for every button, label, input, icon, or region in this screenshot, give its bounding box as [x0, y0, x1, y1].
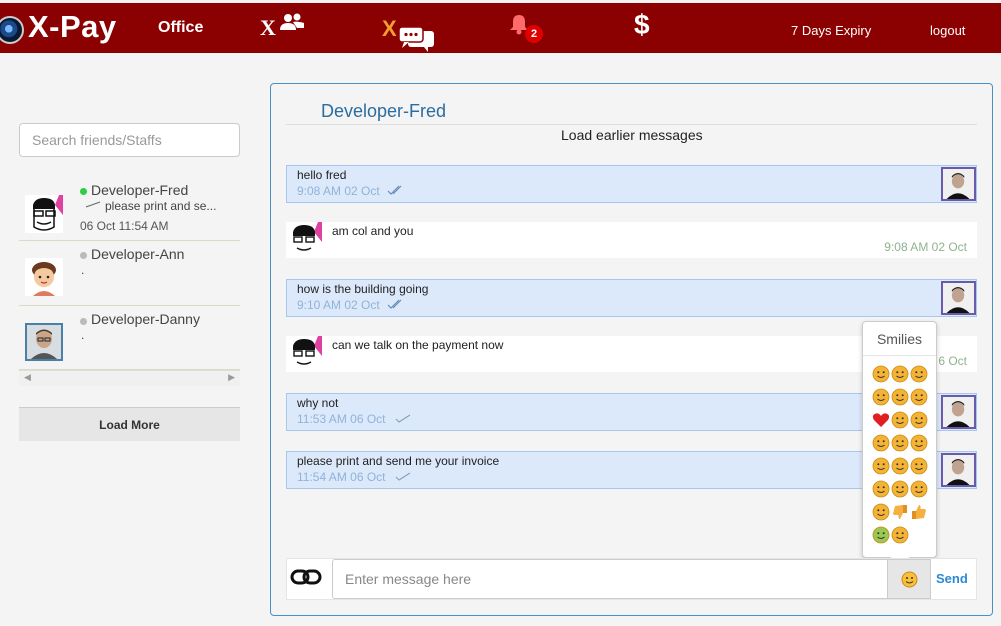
scroll-right-icon[interactable]: ▶ [228, 372, 235, 383]
chat-icon[interactable] [398, 27, 436, 53]
message-text: how is the building going [297, 282, 429, 296]
dizzy-icon[interactable] [891, 388, 909, 406]
offline-status-dot [80, 318, 87, 325]
my-avatar [941, 453, 976, 487]
message-time: 9:08 AM 02 Oct [297, 184, 380, 198]
friend-item-ann[interactable]: Developer-Ann . [19, 241, 240, 306]
smilies-popup: Smilies [862, 321, 937, 568]
happy-icon[interactable] [891, 526, 909, 544]
logo-eye-icon [0, 16, 24, 44]
friend-last-message: . [81, 328, 85, 342]
load-earlier-link[interactable]: Load earlier messages [561, 127, 703, 143]
my-avatar [941, 281, 976, 315]
message-input[interactable] [332, 559, 888, 599]
message-text: can we talk on the payment now [332, 338, 504, 352]
wink-icon[interactable] [872, 480, 890, 498]
laugh-icon[interactable] [872, 434, 890, 452]
friend-item-danny[interactable]: Developer-Danny . [19, 306, 240, 370]
notification-badge: 2 [525, 25, 543, 43]
message-text: please print and send me your invoice [297, 454, 500, 468]
friend-item-fred[interactable]: Developer-Fred please print and se... 06… [19, 180, 240, 241]
tongue-icon[interactable] [891, 457, 909, 475]
double-check-icon [387, 299, 402, 309]
friend-last-time: 06 Oct 11:54 AM [80, 219, 169, 233]
smile-icon[interactable] [872, 365, 890, 383]
nav-x-label[interactable]: X [260, 15, 276, 41]
avatar [25, 323, 63, 361]
frown-icon[interactable] [910, 457, 928, 475]
smilies-grid [872, 365, 932, 549]
smilies-title: Smilies [863, 322, 936, 356]
heart-eyes-icon[interactable] [910, 411, 928, 429]
nav-chat-x-label[interactable]: X [382, 16, 397, 42]
avatar [25, 258, 63, 296]
single-check-icon [395, 472, 411, 481]
message-time: 11:54 AM 06 Oct [297, 470, 386, 484]
plain-icon[interactable] [910, 434, 928, 452]
scroll-left-icon[interactable]: ◀ [24, 372, 31, 383]
friend-name: Developer-Ann [91, 246, 185, 262]
message-text: hello fred [297, 168, 347, 182]
search-friends-input[interactable] [19, 123, 240, 157]
message-time: 9:08 AM 02 Oct [884, 240, 967, 254]
sweat-icon[interactable] [872, 388, 890, 406]
thumbs-down-icon[interactable] [891, 503, 909, 521]
logout-link[interactable]: logout [930, 23, 965, 38]
online-status-dot [80, 188, 87, 195]
link-icon[interactable] [290, 567, 322, 587]
divider [286, 124, 977, 125]
neutral-icon[interactable] [891, 365, 909, 383]
expiry-label[interactable]: 7 Days Expiry [791, 23, 871, 38]
friend-last-message: please print and se... [105, 199, 217, 213]
nerd-icon[interactable] [872, 457, 890, 475]
message-time: 9:10 AM 02 Oct [297, 298, 380, 312]
check-icon [85, 201, 101, 208]
friend-name: Developer-Fred [91, 182, 189, 198]
thumbs-up-icon[interactable] [910, 503, 928, 521]
heart-icon[interactable] [872, 411, 890, 429]
friends-scrollbar[interactable]: ◀ ▶ [19, 370, 240, 386]
emoji-button[interactable] [887, 559, 931, 599]
blush-icon[interactable] [891, 434, 909, 452]
message-text: am col and you [332, 224, 414, 238]
sunglasses-icon[interactable] [910, 365, 928, 383]
message-incoming: am col and you 9:08 AM 02 Oct [286, 222, 977, 258]
nav-office-link[interactable]: Office [158, 19, 203, 37]
message-text: why not [297, 396, 339, 410]
chat-title: Developer-Fred [321, 101, 447, 121]
avatar [286, 222, 322, 258]
sick-icon[interactable] [872, 526, 890, 544]
devil-icon[interactable] [910, 388, 928, 406]
dollar-icon[interactable]: $ [634, 9, 650, 41]
load-more-button[interactable]: Load More [19, 407, 240, 441]
double-check-icon [387, 185, 402, 195]
app-logo[interactable]: X-Pay [28, 9, 117, 45]
my-avatar [941, 395, 976, 429]
people-icon[interactable] [279, 13, 305, 33]
avatar [25, 195, 63, 233]
message-outgoing: hello fred 9:08 AM 02 Oct [286, 165, 977, 203]
grin-icon[interactable] [891, 411, 909, 429]
message-time: 11:53 AM 06 Oct [297, 412, 386, 426]
offline-status-dot [80, 252, 87, 259]
message-time: 6 Oct [938, 354, 967, 368]
smile-icon [901, 571, 918, 588]
message-outgoing: how is the building going 9:10 AM 02 Oct [286, 279, 977, 317]
smirk-icon[interactable] [910, 480, 928, 498]
avatar [286, 336, 322, 372]
my-avatar [941, 167, 976, 201]
friend-last-message: . [81, 263, 85, 277]
top-navbar: X-Pay Office X X 2 $ 7 Days Expiry logou… [0, 3, 1001, 53]
single-check-icon [395, 414, 411, 423]
sad-icon[interactable] [891, 480, 909, 498]
shocked-icon[interactable] [872, 503, 890, 521]
friend-name: Developer-Danny [91, 311, 200, 327]
send-button[interactable]: Send [936, 571, 968, 586]
